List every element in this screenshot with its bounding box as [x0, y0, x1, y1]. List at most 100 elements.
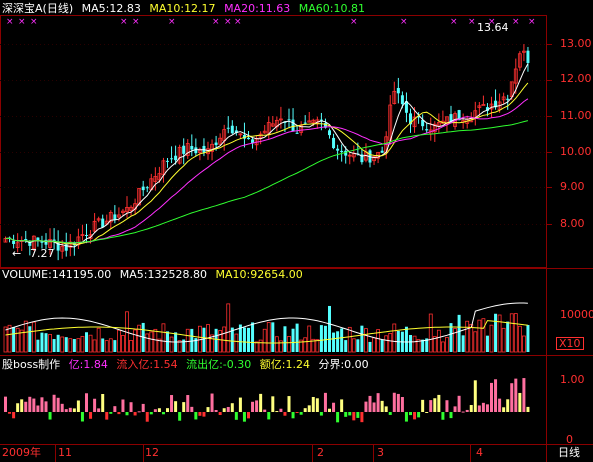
indicator-bar: [93, 398, 97, 412]
indicator-bar: [425, 411, 429, 413]
indicator-bar: [141, 403, 145, 412]
x-tick-3: 3: [377, 446, 384, 459]
volume-bar: [40, 332, 44, 352]
indicator-bar: [145, 412, 149, 422]
volume-bar: [60, 336, 65, 353]
volume-bar: [254, 341, 259, 353]
indicator-bar: [157, 408, 161, 412]
candle-body: [328, 130, 331, 136]
indicator-bar: [125, 412, 129, 416]
indicator-bar: [449, 412, 453, 419]
indicator-bar: [52, 394, 56, 412]
indicator-bar: [453, 406, 457, 412]
candle-body: [145, 187, 149, 189]
indicator-bar: [380, 400, 384, 412]
x-tick-2: 2: [317, 446, 324, 459]
volume-bar: [436, 329, 441, 353]
volume-bar: [485, 335, 489, 352]
volume-bar: [440, 341, 445, 353]
candle-body: [190, 146, 194, 150]
period-tab-daily[interactable]: 日线: [558, 446, 580, 460]
ma5-value: MA5:12.83: [81, 2, 141, 15]
indicator-bar: [170, 395, 174, 412]
indicator-bar: [64, 409, 68, 412]
candle-body: [214, 142, 218, 146]
candle-body: [226, 127, 230, 129]
volume-bar: [153, 328, 158, 353]
volume-bar: [328, 305, 331, 352]
volume-bar: [72, 339, 76, 352]
event-marker: ×: [132, 17, 140, 27]
indicator-bar: [238, 397, 242, 412]
ma10-value: MA10:12.17: [149, 2, 216, 15]
indicator-bar: [340, 399, 344, 412]
volume-bar: [340, 328, 344, 352]
volume-ma10: MA10:92654.00: [215, 268, 303, 281]
volume-bar: [218, 330, 223, 353]
indicator-name: 股boss制作: [2, 358, 61, 371]
indicator-bar: [161, 412, 165, 415]
volume-bar: [113, 340, 117, 352]
volume-bar: [274, 336, 279, 353]
x-tick-12: 12: [145, 446, 159, 459]
indicator-bar: [287, 396, 291, 412]
indicator-bar: [222, 408, 226, 412]
indicator-bar: [133, 412, 137, 416]
indicator-tick-top: 1.00: [560, 373, 585, 386]
indicator-bar: [510, 383, 514, 412]
candle-body: [506, 98, 510, 100]
indicator-bar: [166, 408, 169, 412]
volume-bar: [526, 324, 530, 352]
indicator-panel-header: 股boss制作 亿:1.84 流入亿:1.54 流出亿:-0.30 额亿:1.2…: [2, 358, 374, 371]
indicator-bar: [518, 392, 522, 412]
candle-body: [230, 125, 234, 134]
volume-bar: [323, 325, 327, 352]
x-tick-2009: 2009年: [2, 446, 41, 459]
volume-bar: [3, 326, 8, 353]
indicator-bar: [129, 402, 133, 412]
volume-bar: [117, 329, 121, 353]
indicator-bar: [24, 401, 28, 412]
event-marker: ×: [350, 17, 358, 27]
indicator-bar: [190, 406, 194, 412]
event-marker: ×: [224, 17, 232, 27]
indicator-bar: [485, 404, 489, 412]
ma10-line: [5, 82, 529, 245]
indicator-bar: [76, 400, 80, 412]
event-marker: ×: [168, 17, 176, 27]
candle-body: [526, 50, 530, 63]
low-price-label: 7.27: [30, 247, 55, 260]
indicator-bar: [60, 403, 64, 412]
indicator-bar: [279, 408, 283, 412]
volume-bar: [185, 328, 190, 353]
volume-bar: [303, 337, 308, 353]
indicator-inflow: 流入亿:1.54: [116, 358, 178, 371]
volume-bar: [372, 337, 376, 353]
x-tick-4: 4: [476, 446, 483, 459]
indicator-bar: [494, 379, 498, 412]
indicator-bar: [461, 411, 465, 413]
indicator-bar: [4, 396, 7, 412]
candle-body: [400, 95, 404, 105]
indicator-bar: [477, 405, 481, 412]
indicator-bar: [323, 392, 327, 412]
volume-bar: [513, 313, 518, 353]
volume-bar: [445, 337, 449, 353]
indicator-bar: [469, 405, 473, 412]
price-tick-10: 10.00: [560, 145, 592, 158]
indicator-bar: [498, 398, 502, 412]
indicator-bar: [105, 412, 109, 420]
volume-bar: [36, 339, 40, 352]
indicator-bar: [194, 412, 198, 420]
indicator-bar: [506, 399, 510, 412]
indicator-boundary: 分界:0.00: [318, 358, 369, 371]
volume-bar: [421, 339, 425, 352]
indicator-bar: [344, 412, 348, 417]
ma60-value: MA60:10.81: [298, 2, 365, 15]
indicator-bar: [56, 397, 60, 412]
stock-chart[interactable]: × × × × × × × × × × × × × × × ×: [0, 0, 593, 462]
indicator-bar: [89, 412, 93, 419]
volume-bar: [465, 320, 470, 353]
volume-bar: [258, 339, 263, 353]
candle-body: [113, 214, 117, 220]
